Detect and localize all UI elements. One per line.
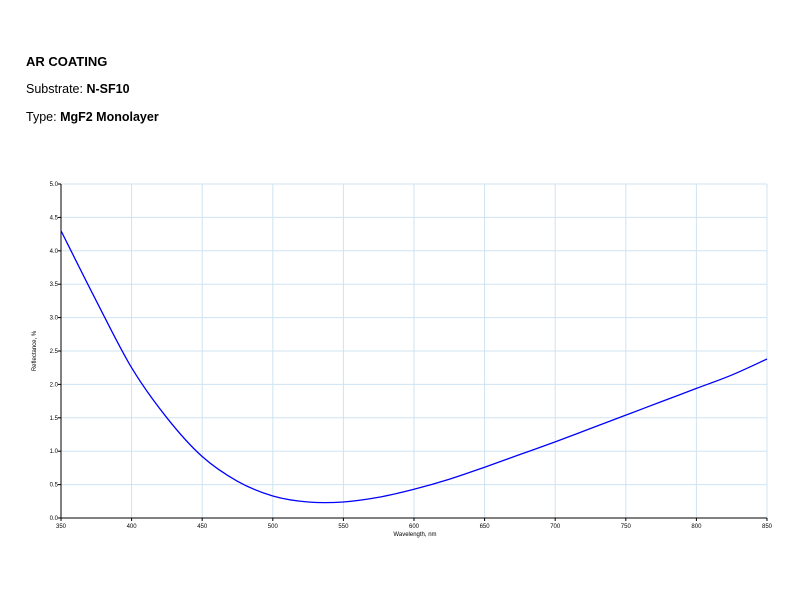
y-tick-label: 4.5 (50, 215, 59, 221)
chart-axes (58, 183, 768, 521)
x-tick-label: 800 (691, 524, 702, 530)
x-tick-labels: 350 400 450 500 550 600 650 700 750 800 850 (56, 524, 773, 530)
y-tick-label: 5.0 (50, 182, 59, 188)
y-tick-labels: 0.0 0.5 1.0 1.5 2.0 2.5 3.0 3.5 4.0 4.5 5.0 (50, 182, 59, 522)
y-axis-label: Reflectance, % (32, 330, 38, 371)
y-tick-label: 2.0 (50, 382, 59, 388)
x-axis-label: Wavelength, nm (393, 532, 436, 538)
x-tick-label: 600 (409, 524, 420, 530)
x-tick-label: 850 (762, 524, 773, 530)
chart-area: 350 400 450 500 550 600 650 700 750 800 850 0.0 0.5… (0, 0, 800, 600)
y-tick-label: 3.5 (50, 282, 59, 288)
y-tick-label: 1.0 (50, 449, 59, 455)
x-tick-label: 500 (268, 524, 279, 530)
y-tick-label: 0.0 (50, 516, 59, 522)
x-tick-label: 400 (127, 524, 138, 530)
y-tick-label: 1.5 (50, 416, 59, 422)
x-tick-label: 550 (338, 524, 349, 530)
chart-grid (61, 183, 768, 518)
y-tick-label: 3.0 (50, 316, 59, 322)
x-tick-label: 700 (550, 524, 561, 530)
x-tick-label: 650 (480, 524, 491, 530)
reflectance-chart: 350 400 450 500 550 600 650 700 750 800 850 0.0 0.5… (32, 182, 773, 538)
y-tick-label: 4.0 (50, 249, 59, 255)
y-tick-label: 0.5 (50, 483, 59, 489)
x-tick-label: 750 (621, 524, 632, 530)
y-tick-label: 2.5 (50, 349, 59, 355)
x-tick-label: 450 (197, 524, 208, 530)
x-tick-label: 350 (56, 524, 67, 530)
